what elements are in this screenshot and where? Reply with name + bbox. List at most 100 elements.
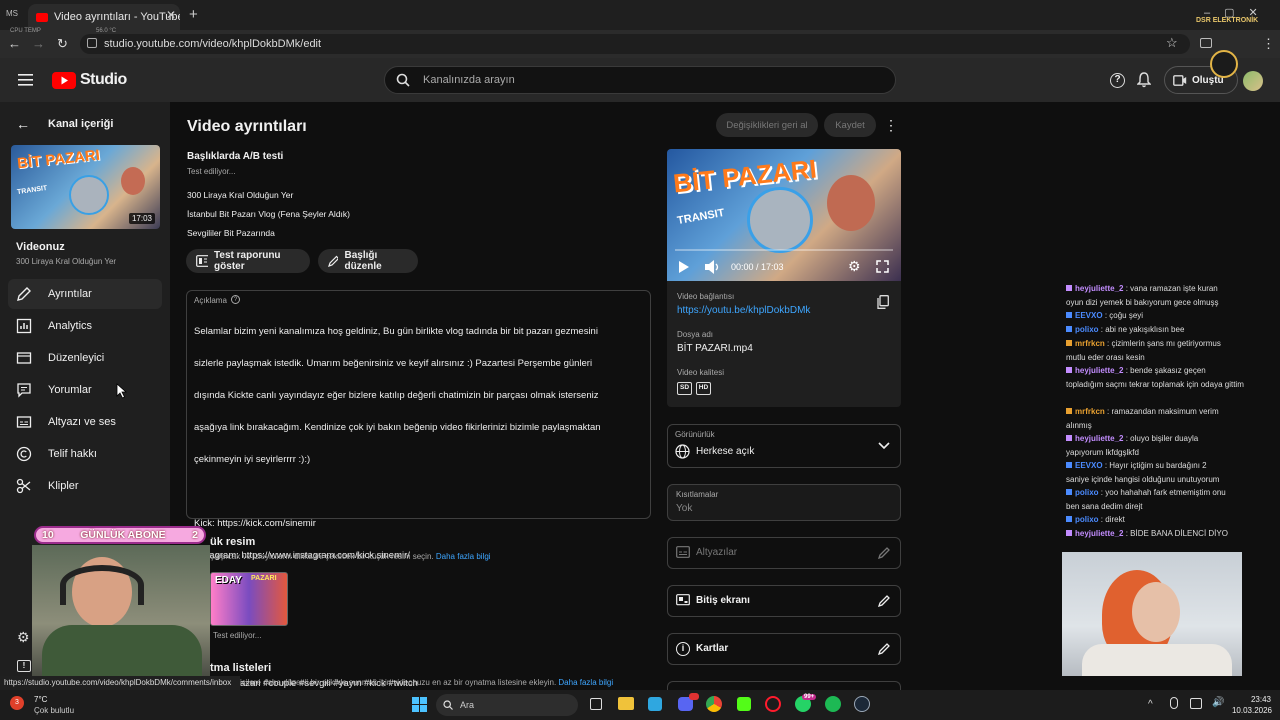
microphone-icon[interactable] — [1170, 697, 1178, 709]
pencil-icon[interactable] — [878, 546, 891, 559]
hamburger-menu-icon[interactable] — [18, 73, 33, 86]
undo-changes-button[interactable]: Değişiklikleri geri al — [716, 113, 818, 137]
chat-badge-icon — [1066, 516, 1072, 522]
chevron-up-icon[interactable]: ^ — [1148, 699, 1153, 710]
url-field[interactable]: studio.youtube.com/video/khplDokbDMk/edi… — [80, 34, 1190, 54]
visibility-label: Görünürlük — [675, 430, 715, 439]
browser-tab[interactable]: Video ayrıntıları - YouTube Stud — [28, 4, 180, 30]
sidebar-video-thumbnail[interactable]: BİT PAZARI TRANSIT 17:03 — [11, 145, 160, 229]
chat-username[interactable]: heyjuliette_2 — [1075, 284, 1123, 293]
search-input[interactable]: Kanalınızda arayın — [384, 66, 896, 94]
chat-text: : çizimlerin şans mı getiriyormus — [1107, 339, 1221, 348]
play-icon[interactable] — [678, 260, 690, 274]
notifications-bell-icon[interactable] — [1137, 72, 1151, 88]
opera-icon[interactable] — [765, 696, 781, 712]
player-mirror-shape — [747, 187, 813, 253]
back-arrow-icon[interactable]: ← — [16, 116, 30, 132]
chat-username[interactable]: EEVXO — [1075, 461, 1103, 470]
app-icon[interactable] — [648, 697, 662, 711]
bookmark-star-icon[interactable]: ☆ — [1166, 35, 1178, 51]
file-explorer-icon[interactable] — [618, 697, 634, 710]
chat-text: : çoğu şeyi — [1104, 311, 1144, 320]
player-time: 00:00 / 17:03 — [731, 262, 784, 272]
thumb-side-text: TRANSIT — [16, 184, 48, 197]
thumb-person-shape — [121, 167, 145, 195]
sidebar-item-clips[interactable]: Klipler — [8, 471, 162, 501]
extensions-icon[interactable] — [1200, 38, 1212, 48]
reload-icon[interactable]: ↻ — [57, 36, 68, 52]
chat-message: mrfrkcn : çizimlerin şans mı getiriyormu… — [1066, 337, 1246, 364]
thumbnail-option[interactable]: EDAY PAZARI — [210, 572, 288, 626]
filename-label: Dosya adı — [677, 330, 714, 339]
player-settings-gear-icon[interactable]: ⚙ — [848, 258, 861, 275]
webcam-person-body-shape — [1082, 644, 1232, 676]
chat-username[interactable]: heyjuliette_2 — [1075, 366, 1123, 375]
chrome-icon[interactable] — [706, 696, 722, 712]
browser-menu-icon[interactable]: ⋮ — [1262, 36, 1275, 52]
help-icon[interactable]: ? — [1110, 73, 1125, 88]
back-arrow-icon[interactable]: ← — [8, 36, 21, 51]
hd-badge: HD — [696, 382, 711, 395]
chat-text-cont: saniye içinde hangisi olduğunu unutuyoru… — [1066, 474, 1220, 484]
copy-icon[interactable] — [877, 295, 889, 309]
player-progress-bar[interactable] — [675, 249, 893, 251]
more-info-link[interactable]: Daha fazla bilgi — [558, 678, 613, 687]
quality-label: Video kalitesi — [677, 368, 724, 377]
chat-username[interactable]: mrfrkcn — [1075, 339, 1105, 348]
site-info-icon[interactable] — [87, 38, 97, 48]
feedback-icon[interactable]: ! — [17, 660, 31, 672]
sidebar-item-comments[interactable]: Yorumlar — [8, 375, 162, 405]
video-player[interactable]: BİT PAZARI TRANSIT — [667, 149, 901, 281]
subtitles-icon — [16, 416, 32, 428]
youtube-favicon-icon — [36, 12, 48, 22]
fullscreen-icon[interactable] — [876, 260, 889, 273]
taskbar-search[interactable]: Ara — [436, 694, 578, 716]
chat-text: : direkt — [1100, 515, 1125, 524]
windows-start-icon[interactable] — [412, 697, 427, 712]
video-link[interactable]: https://youtu.be/khplDokbDMk — [677, 305, 810, 316]
visibility-value: Herkese açık — [696, 446, 755, 457]
pencil-icon[interactable] — [878, 594, 891, 607]
edit-title-button[interactable]: Başlığı düzenle — [318, 249, 418, 273]
sidebar-item-editor[interactable]: Düzenleyici — [8, 343, 162, 373]
chat-username[interactable]: polixo — [1075, 488, 1099, 497]
steam-icon[interactable] — [854, 696, 870, 712]
chat-username[interactable]: EEVXO — [1075, 311, 1103, 320]
analytics-icon — [16, 318, 32, 334]
player-side-text: TRANSIT — [676, 206, 726, 228]
new-tab-icon[interactable]: + — [189, 6, 198, 23]
sd-badge: SD — [677, 382, 692, 395]
chat-username[interactable]: mrfrkcn — [1075, 407, 1105, 416]
chat-username[interactable]: heyjuliette_2 — [1075, 434, 1123, 443]
channel-content-link[interactable]: Kanal içeriği — [48, 118, 113, 130]
chat-username[interactable]: heyjuliette_2 — [1075, 529, 1123, 538]
volume-icon[interactable] — [704, 259, 722, 275]
help-circle-icon[interactable]: ? — [231, 295, 240, 304]
spotify-icon[interactable] — [825, 696, 841, 712]
more-options-icon[interactable]: ⋮ — [884, 117, 898, 134]
sidebar-item-subtitles[interactable]: Altyazı ve ses — [8, 407, 162, 437]
chat-badge-icon — [1066, 326, 1072, 332]
sidebar-item-details[interactable]: Ayrıntılar — [8, 279, 162, 309]
more-info-link[interactable]: Daha fazla bilgi — [436, 552, 491, 561]
mini-tab[interactable]: MS — [6, 9, 18, 18]
search-icon — [443, 700, 453, 710]
sidebar-item-label: Altyazı ve ses — [48, 416, 116, 428]
show-test-report-button[interactable]: Test raporunu göster — [186, 249, 310, 273]
sidebar-item-analytics[interactable]: Analytics — [8, 311, 162, 341]
sidebar-item-copyright[interactable]: Telif hakkı — [8, 439, 162, 469]
task-view-icon[interactable] — [590, 698, 602, 710]
settings-gear-icon[interactable]: ⚙ — [17, 629, 30, 646]
kick-icon[interactable] — [737, 697, 751, 711]
studio-logo[interactable]: Studio — [52, 71, 127, 89]
avatar[interactable] — [1243, 71, 1263, 91]
pencil-icon[interactable] — [878, 642, 891, 655]
chat-username[interactable]: polixo — [1075, 325, 1099, 334]
chat-username[interactable]: polixo — [1075, 515, 1099, 524]
close-tab-icon[interactable]: ✕ — [166, 8, 176, 22]
video-link-label: Video bağlantısı — [677, 292, 735, 301]
system-tray-icon[interactable] — [1190, 698, 1202, 709]
save-button[interactable]: Kaydet — [824, 113, 876, 137]
forward-arrow-icon[interactable]: → — [32, 36, 45, 51]
webcam-left — [32, 545, 210, 676]
